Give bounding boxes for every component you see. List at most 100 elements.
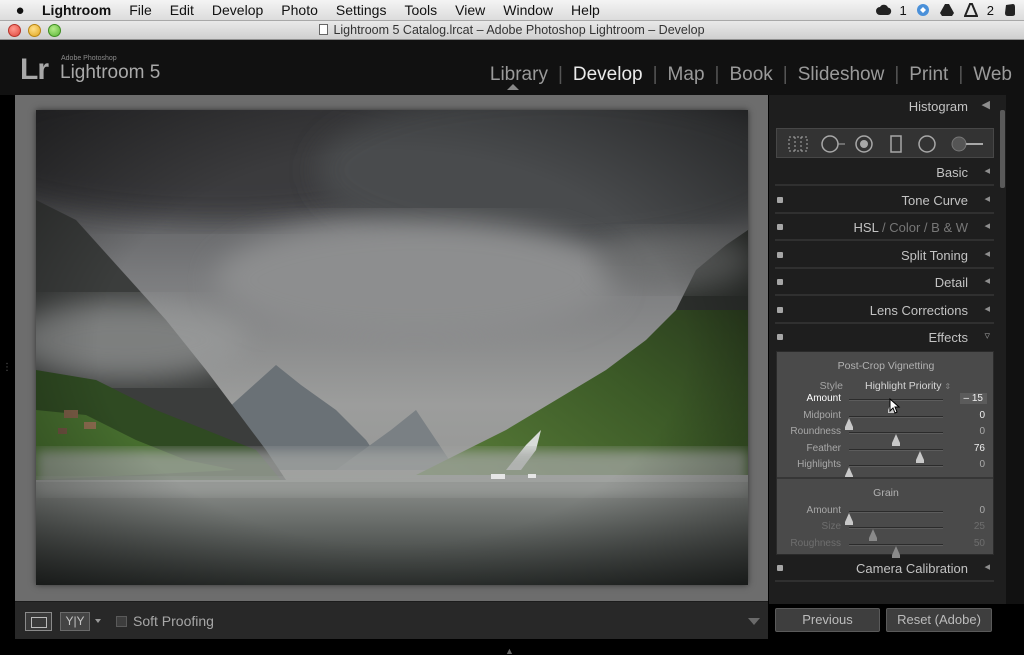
collapse-triangle-icon[interactable]: ◂ bbox=[984, 274, 990, 287]
module-web[interactable]: Web bbox=[973, 64, 1012, 86]
adobe-icon[interactable] bbox=[963, 3, 979, 17]
slider-grain-size[interactable]: Size 25 bbox=[777, 520, 995, 541]
menu-file[interactable]: File bbox=[120, 2, 161, 18]
slider-vignette-roundness[interactable]: Roundness 0 bbox=[777, 425, 995, 446]
panel-tone-curve[interactable]: Tone Curve ◂ bbox=[775, 189, 994, 214]
before-after-dropdown-icon[interactable] bbox=[95, 619, 101, 623]
slider-vignette-amount[interactable]: Amount – 15 bbox=[777, 392, 995, 413]
window-zoom-button[interactable] bbox=[48, 24, 61, 37]
red-eye-tool-icon[interactable] bbox=[854, 135, 874, 153]
collapse-triangle-icon[interactable]: ◂ bbox=[984, 219, 990, 232]
tab-bw[interactable]: B & W bbox=[931, 220, 968, 235]
collapse-triangle-icon[interactable]: ◀ bbox=[982, 98, 990, 111]
slider-vignette-feather[interactable]: Feather 76 bbox=[777, 442, 995, 463]
collapse-triangle-icon[interactable]: ◂ bbox=[984, 560, 990, 573]
panel-switch-icon[interactable] bbox=[777, 224, 783, 230]
menu-view[interactable]: View bbox=[446, 2, 494, 18]
panel-switch-icon[interactable] bbox=[777, 307, 783, 313]
right-panel-scrollbar[interactable] bbox=[1006, 95, 1024, 604]
collapse-triangle-icon[interactable]: ◂ bbox=[984, 247, 990, 260]
panel-camera-calibration[interactable]: Camera Calibration ◂ bbox=[775, 557, 994, 582]
slider-track[interactable] bbox=[845, 416, 943, 430]
slider-track[interactable] bbox=[849, 527, 943, 541]
slider-thumb[interactable] bbox=[845, 467, 853, 479]
slider-track[interactable] bbox=[849, 432, 943, 446]
menu-lightroom[interactable]: Lightroom bbox=[40, 2, 120, 18]
google-drive-icon[interactable] bbox=[939, 3, 955, 17]
window-minimize-button[interactable] bbox=[28, 24, 41, 37]
slider-vignette-midpoint[interactable]: Midpoint 0 bbox=[777, 409, 995, 430]
sync-icon[interactable] bbox=[915, 3, 931, 17]
panel-basic[interactable]: Basic ◂ bbox=[775, 161, 994, 186]
slider-thumb[interactable] bbox=[892, 546, 900, 558]
menu-help[interactable]: Help bbox=[562, 2, 609, 18]
slider-value[interactable]: 25 bbox=[959, 521, 985, 532]
image-viewer[interactable] bbox=[15, 95, 768, 601]
panel-switch-icon[interactable] bbox=[777, 279, 783, 285]
module-develop[interactable]: Develop bbox=[573, 64, 643, 86]
slider-value[interactable]: 0 bbox=[959, 426, 985, 437]
window-close-button[interactable] bbox=[8, 24, 21, 37]
panel-switch-icon[interactable] bbox=[777, 565, 783, 571]
tab-color[interactable]: Color bbox=[889, 220, 920, 235]
slider-grain-amount[interactable]: Amount 0 bbox=[777, 504, 995, 525]
panel-switch-icon[interactable] bbox=[777, 197, 783, 203]
menu-window[interactable]: Window bbox=[494, 2, 562, 18]
right-panel-scroll-thumb[interactable] bbox=[1000, 110, 1005, 188]
spot-removal-tool-icon[interactable] bbox=[819, 135, 847, 153]
menu-photo[interactable]: Photo bbox=[272, 2, 327, 18]
radial-filter-tool-icon[interactable] bbox=[917, 135, 937, 153]
left-panel-toggle-icon[interactable]: ⋮ bbox=[2, 362, 12, 373]
evernote-icon[interactable] bbox=[1002, 3, 1018, 17]
slider-track[interactable] bbox=[845, 511, 943, 525]
before-after-button[interactable]: Y|Y bbox=[60, 612, 90, 631]
slider-value[interactable]: 50 bbox=[959, 538, 985, 549]
slider-vignette-highlights[interactable]: Highlights 0 bbox=[777, 458, 995, 479]
menu-settings[interactable]: Settings bbox=[327, 2, 396, 18]
creative-cloud-icon[interactable] bbox=[875, 3, 892, 17]
top-panel-toggle-icon[interactable] bbox=[507, 84, 519, 90]
photo-preview[interactable] bbox=[36, 110, 748, 585]
panel-lens-corrections[interactable]: Lens Corrections ◂ bbox=[775, 299, 994, 324]
slider-track[interactable] bbox=[849, 449, 943, 463]
slider-value[interactable]: 0 bbox=[959, 410, 985, 421]
toolbar-content-dropdown-icon[interactable] bbox=[748, 618, 760, 625]
tab-hsl[interactable]: HSL bbox=[854, 220, 879, 235]
filmstrip-toggle-icon[interactable]: ▲ bbox=[505, 646, 514, 655]
crop-overlay-tool-icon[interactable] bbox=[787, 135, 809, 153]
panel-hsl[interactable]: HSL / Color / B & W ◂ bbox=[775, 216, 994, 241]
module-library[interactable]: Library bbox=[490, 64, 548, 86]
panel-detail[interactable]: Detail ◂ bbox=[775, 271, 994, 296]
adjustment-brush-tool-icon[interactable] bbox=[949, 135, 985, 153]
style-select[interactable]: Highlight Priority ⇕ bbox=[865, 380, 951, 392]
slider-value[interactable]: – 15 bbox=[959, 393, 987, 404]
slider-track[interactable] bbox=[849, 544, 943, 558]
reset-button[interactable]: Reset (Adobe) bbox=[886, 608, 992, 632]
slider-value[interactable]: 0 bbox=[959, 459, 985, 470]
soft-proofing-checkbox[interactable] bbox=[116, 616, 127, 627]
module-book[interactable]: Book bbox=[729, 64, 772, 86]
collapse-triangle-icon[interactable]: ◂ bbox=[984, 192, 990, 205]
panel-switch-icon[interactable] bbox=[777, 252, 783, 258]
panel-effects[interactable]: Effects ▿ bbox=[775, 326, 994, 351]
slider-grain-roughness[interactable]: Roughness 50 bbox=[777, 537, 995, 558]
slider-value[interactable]: 0 bbox=[959, 505, 985, 516]
module-slideshow[interactable]: Slideshow bbox=[798, 64, 885, 86]
panel-switch-icon[interactable] bbox=[777, 334, 783, 340]
panel-split-toning[interactable]: Split Toning ◂ bbox=[775, 244, 994, 269]
module-print[interactable]: Print bbox=[909, 64, 948, 86]
previous-button[interactable]: Previous bbox=[775, 608, 880, 632]
collapse-triangle-icon[interactable]: ◂ bbox=[984, 164, 990, 177]
slider-value[interactable]: 76 bbox=[959, 443, 985, 454]
menu-develop[interactable]: Develop bbox=[203, 2, 272, 18]
module-map[interactable]: Map bbox=[668, 64, 705, 86]
graduated-filter-tool-icon[interactable] bbox=[889, 135, 903, 153]
apple-menu-icon[interactable]: ● bbox=[0, 2, 40, 19]
loupe-view-button[interactable] bbox=[25, 612, 52, 631]
slider-track[interactable] bbox=[845, 465, 943, 479]
collapse-triangle-icon[interactable]: ◂ bbox=[984, 302, 990, 315]
expand-triangle-icon[interactable]: ▿ bbox=[984, 329, 990, 342]
menu-edit[interactable]: Edit bbox=[161, 2, 203, 18]
menu-tools[interactable]: Tools bbox=[395, 2, 446, 18]
panel-histogram[interactable]: Histogram ◀ bbox=[775, 95, 994, 120]
